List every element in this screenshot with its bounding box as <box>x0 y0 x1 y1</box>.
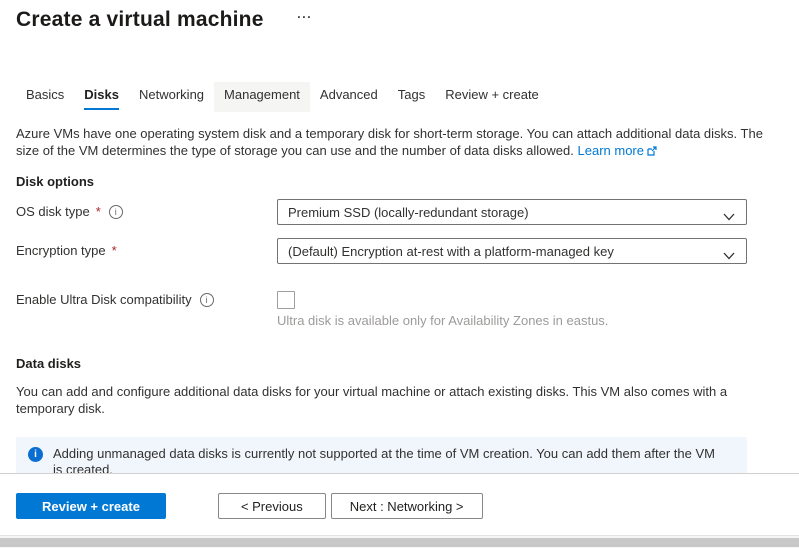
tab-review-create[interactable]: Review + create <box>435 82 549 112</box>
os-disk-type-value: Premium SSD (locally-redundant storage) <box>288 205 529 220</box>
encryption-type-dropdown[interactable]: (Default) Encryption at-rest with a plat… <box>277 238 747 264</box>
required-asterisk: * <box>112 242 117 260</box>
ultra-disk-control: Ultra disk is available only for Availab… <box>277 291 747 328</box>
horizontal-scrollbar-thumb[interactable] <box>0 538 799 547</box>
info-icon[interactable]: i <box>200 293 214 307</box>
encryption-type-row: Encryption type * (Default) Encryption a… <box>16 238 799 264</box>
tab-tags[interactable]: Tags <box>388 82 435 112</box>
info-banner-icon: i <box>28 447 43 462</box>
disk-options-heading: Disk options <box>16 174 799 189</box>
os-disk-type-dropdown[interactable]: Premium SSD (locally-redundant storage) <box>277 199 747 225</box>
ultra-disk-row: Enable Ultra Disk compatibility i Ultra … <box>16 291 799 328</box>
previous-button[interactable]: < Previous <box>218 493 326 519</box>
more-options-icon[interactable]: ··· <box>297 10 312 24</box>
external-link-icon <box>647 143 657 160</box>
tab-management[interactable]: Management <box>214 82 310 112</box>
disks-intro-text: Azure VMs have one operating system disk… <box>16 125 776 160</box>
tab-advanced[interactable]: Advanced <box>310 82 388 112</box>
tab-basics[interactable]: Basics <box>16 82 74 112</box>
ultra-disk-label: Enable Ultra Disk compatibility i <box>16 291 277 309</box>
page-title: Create a virtual machine <box>16 8 264 32</box>
info-banner-text: Adding unmanaged data disks is currently… <box>53 446 723 474</box>
os-disk-type-row: OS disk type * i Premium SSD (locally-re… <box>16 199 799 225</box>
data-disks-heading: Data disks <box>16 356 799 371</box>
required-asterisk: * <box>96 203 101 221</box>
ultra-disk-label-text: Enable Ultra Disk compatibility <box>16 291 192 309</box>
tab-disks[interactable]: Disks <box>74 82 129 112</box>
encryption-type-label-text: Encryption type <box>16 242 106 260</box>
footer-buttons: Review + create < Previous Next : Networ… <box>16 493 799 519</box>
os-disk-type-label: OS disk type * i <box>16 203 277 221</box>
info-icon[interactable]: i <box>109 205 123 219</box>
wizard-tab-bar: Basics Disks Networking Management Advan… <box>16 82 799 112</box>
wizard-footer: Review + create < Previous Next : Networ… <box>0 473 799 535</box>
review-create-button[interactable]: Review + create <box>16 493 166 519</box>
ultra-disk-helper-text: Ultra disk is available only for Availab… <box>277 313 747 328</box>
tab-networking[interactable]: Networking <box>129 82 214 112</box>
learn-more-link[interactable]: Learn more <box>578 143 644 158</box>
chevron-down-icon <box>723 209 735 224</box>
encryption-type-value: (Default) Encryption at-rest with a plat… <box>288 244 614 259</box>
info-banner: i Adding unmanaged data disks is current… <box>16 437 747 474</box>
os-disk-type-label-text: OS disk type <box>16 203 90 221</box>
encryption-type-label: Encryption type * <box>16 242 277 260</box>
data-disks-description: You can add and configure additional dat… <box>16 383 761 417</box>
page-header: Create a virtual machine ··· <box>0 0 799 32</box>
next-networking-button[interactable]: Next : Networking > <box>331 493 483 519</box>
horizontal-scrollbar <box>0 535 799 548</box>
ultra-disk-checkbox[interactable] <box>277 291 295 309</box>
chevron-down-icon <box>723 248 735 263</box>
